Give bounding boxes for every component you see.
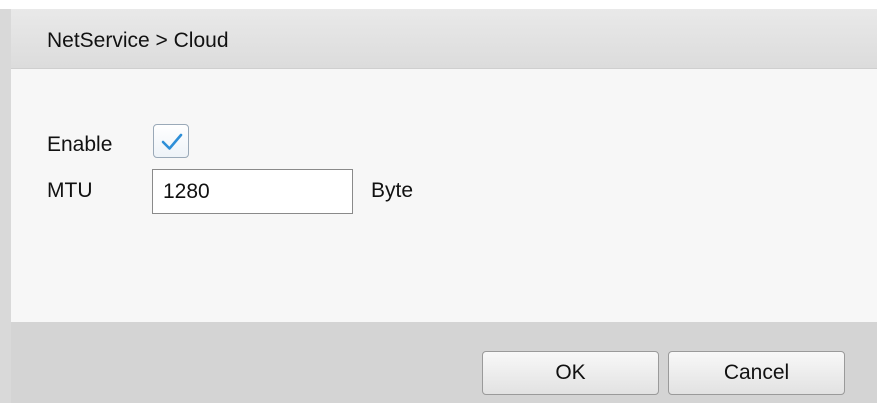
- mtu-unit-label: Byte: [371, 179, 414, 202]
- dialog-left-edge: [0, 9, 11, 403]
- check-icon: [161, 133, 183, 150]
- ok-button[interactable]: OK: [482, 351, 659, 395]
- dialog-title: NetService > Cloud: [47, 29, 229, 52]
- enable-label: Enable: [47, 133, 113, 156]
- dialog-body: [11, 69, 877, 322]
- cancel-button[interactable]: Cancel: [668, 351, 845, 395]
- mtu-input[interactable]: [152, 169, 353, 214]
- enable-checkbox[interactable]: [153, 124, 189, 158]
- netservice-cloud-dialog: NetService > Cloud Enable MTU Byte OK Ca…: [0, 0, 877, 403]
- dialog-title-bar: NetService > Cloud: [11, 9, 877, 69]
- mtu-label: MTU: [47, 179, 93, 202]
